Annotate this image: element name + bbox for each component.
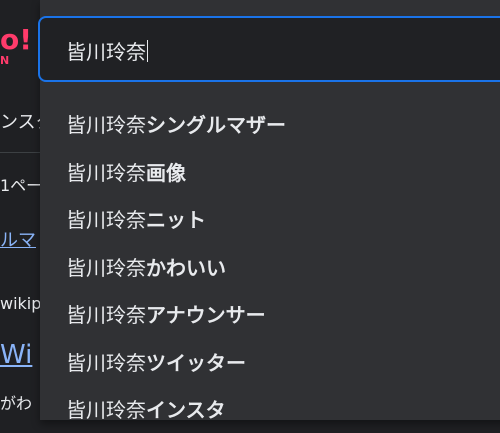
suggestion-suffix: ツイッター (146, 350, 246, 375)
suggestion-query: 皆川玲奈 (66, 255, 146, 280)
suggestion-query: 皆川玲奈 (66, 113, 146, 138)
bg-text-2: 1ペー (0, 176, 43, 195)
text-caret (147, 40, 148, 62)
bg-text-4: がわ (0, 394, 33, 413)
suggestion-query: 皆川玲奈 (66, 303, 146, 328)
suggestion-suffix: インスタ (146, 398, 226, 423)
suggestion-item[interactable]: 皆川玲奈 ニット (40, 195, 500, 243)
suggestion-item[interactable]: 皆川玲奈 かわいい (40, 243, 500, 291)
suggestion-suffix: シングルマザー (146, 113, 286, 138)
suggestion-suffix: アナウンサー (146, 303, 266, 328)
suggestion-query: 皆川玲奈 (66, 208, 146, 233)
suggestion-query: 皆川玲奈 (66, 350, 146, 375)
suggestion-suffix: かわいい (146, 255, 226, 280)
bg-text-1: ンスタ (0, 112, 44, 133)
search-query-text: 皆川玲奈 (66, 36, 148, 65)
search-query: 皆川玲奈 (66, 40, 146, 64)
suggestion-item[interactable]: 皆川玲奈 ツイッター (40, 338, 500, 386)
bg-link-2[interactable]: Wi (0, 340, 32, 370)
suggestion-item[interactable]: 皆川玲奈 シングルマザー (40, 100, 500, 148)
suggestion-list: 皆川玲奈 シングルマザー 皆川玲奈 画像 皆川玲奈 ニット 皆川玲奈 かわいい … (40, 100, 500, 433)
suggestion-item[interactable]: 皆川玲奈 インスタ (40, 385, 500, 433)
suggestion-query: 皆川玲奈 (66, 398, 146, 423)
suggestion-query: 皆川玲奈 (66, 160, 146, 185)
search-input[interactable]: 皆川玲奈 (38, 16, 500, 82)
suggestion-suffix: 画像 (146, 160, 186, 185)
bg-divider (0, 152, 44, 153)
site-logo[interactable]: o! (0, 26, 32, 54)
bg-text-3: wikip (0, 294, 42, 313)
suggestion-item[interactable]: 皆川玲奈 アナウンサー (40, 290, 500, 338)
site-logo-sub: N (0, 54, 11, 67)
suggestion-suffix: ニット (146, 208, 206, 233)
suggestion-item[interactable]: 皆川玲奈 画像 (40, 148, 500, 196)
bg-link-1[interactable]: ルマ (0, 226, 36, 252)
